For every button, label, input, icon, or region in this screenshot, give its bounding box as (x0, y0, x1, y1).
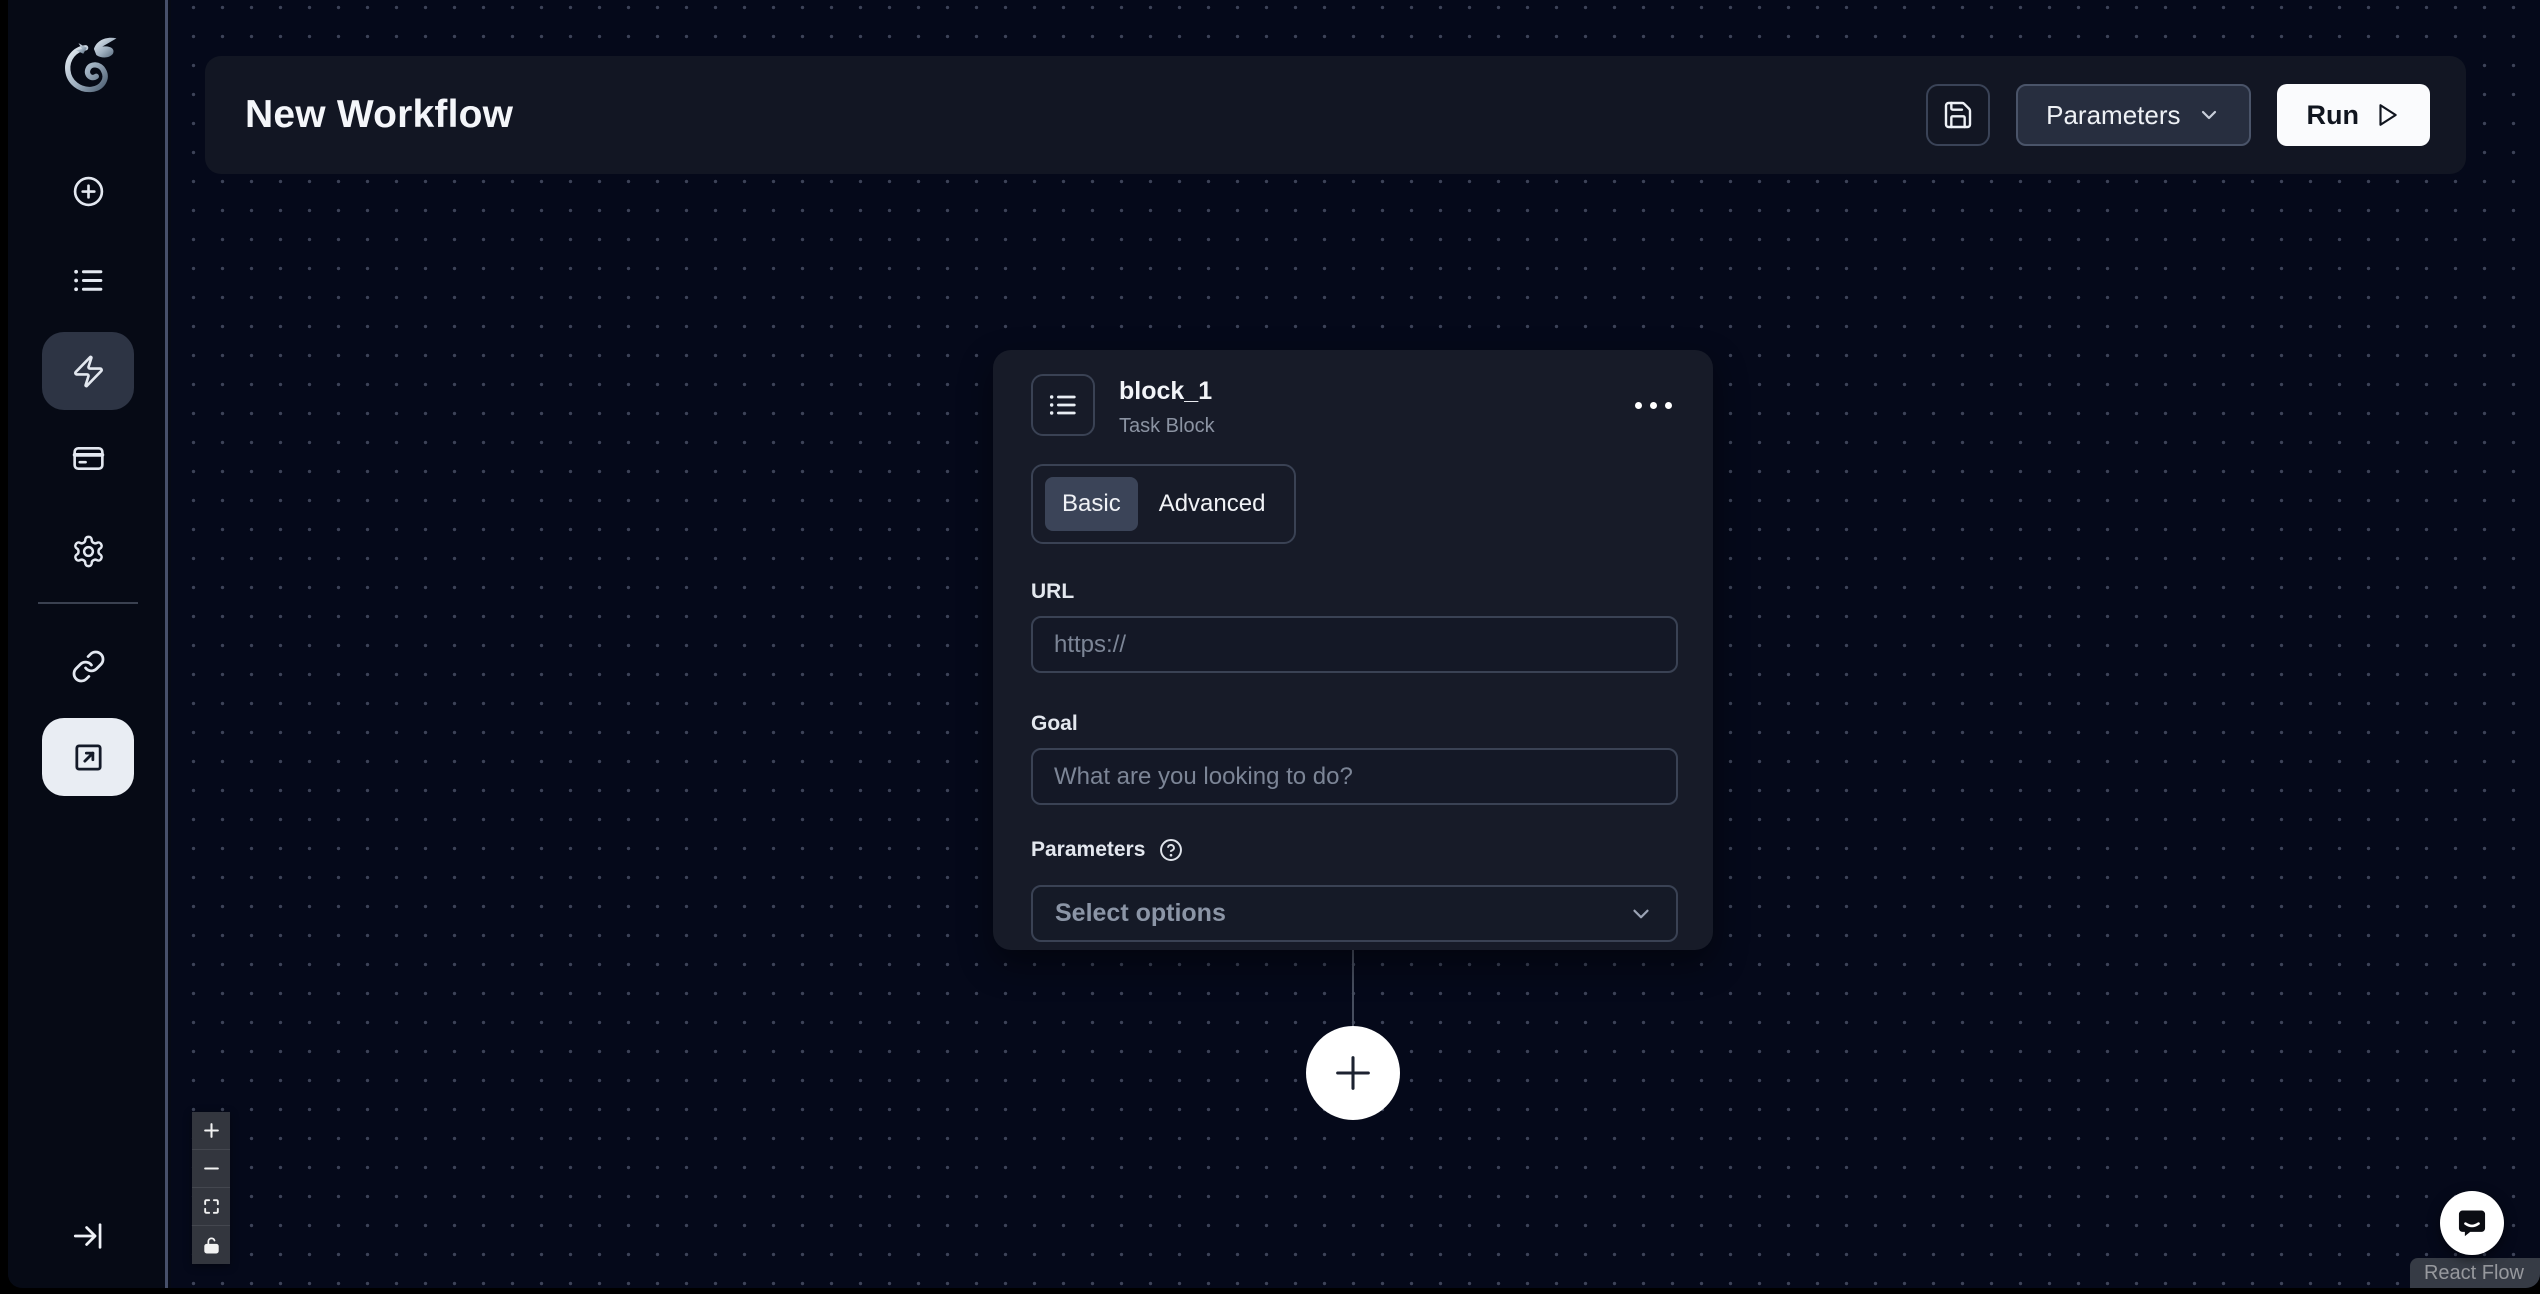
credit-card-icon (71, 441, 106, 476)
sidebar-collapse-button[interactable] (56, 1204, 120, 1268)
node-header: block_1 Task Block (1031, 374, 1678, 438)
page-title: New Workflow (245, 93, 513, 137)
zoom-in-button[interactable] (192, 1112, 230, 1150)
task-block-icon-box (1031, 374, 1095, 436)
task-block-node[interactable]: block_1 Task Block Basic Advanced URL Go… (993, 350, 1713, 950)
ellipsis-icon (1635, 402, 1642, 409)
save-icon (1942, 99, 1974, 131)
plus-circle-icon (71, 174, 106, 209)
react-flow-attribution[interactable]: React Flow (2410, 1258, 2540, 1288)
sidebar-divider (38, 602, 138, 604)
tab-basic[interactable]: Basic (1045, 477, 1138, 531)
run-button-label: Run (2307, 100, 2359, 131)
parameters-field-row: Parameters (1031, 837, 1678, 863)
parameters-button-label: Parameters (2046, 100, 2180, 131)
dragon-logo (50, 30, 126, 106)
chevron-down-icon (2197, 103, 2221, 127)
unlock-icon (202, 1236, 221, 1255)
external-link-icon (71, 740, 106, 775)
node-menu-button[interactable] (1635, 374, 1678, 409)
header-actions: Parameters Run (1926, 84, 2430, 146)
plus-icon (1330, 1050, 1376, 1096)
node-subtitle: Task Block (1119, 415, 1215, 438)
workflow-header: New Workflow Parameters Run (205, 56, 2466, 174)
arrow-right-to-line-icon (71, 1219, 105, 1253)
sidebar-item-workflows[interactable] (42, 332, 134, 410)
parameters-dropdown-button[interactable]: Parameters (2016, 84, 2250, 146)
link-icon (71, 649, 106, 684)
goal-field-label: Goal (1031, 712, 1678, 736)
chat-launcher-button[interactable] (2440, 1191, 2504, 1255)
save-button[interactable] (1926, 84, 1990, 146)
canvas-controls (192, 1112, 230, 1264)
app-window: New Workflow Parameters Run (8, 0, 2540, 1288)
sidebar-item-integrations[interactable] (42, 627, 134, 705)
node-head-text: block_1 Task Block (1119, 374, 1215, 438)
sidebar-item-billing[interactable] (42, 419, 134, 497)
add-block-button[interactable] (1306, 1026, 1400, 1120)
sidebar-item-open-external[interactable] (42, 718, 134, 796)
sidebar-item-settings[interactable] (42, 512, 134, 590)
goal-input[interactable] (1031, 748, 1678, 805)
list-icon (71, 263, 106, 298)
zoom-out-button[interactable] (192, 1150, 230, 1188)
tab-advanced[interactable]: Advanced (1142, 477, 1283, 531)
fit-view-button[interactable] (192, 1188, 230, 1226)
chevron-down-icon (1628, 901, 1654, 927)
list-icon (1047, 389, 1079, 421)
lock-toggle-button[interactable] (192, 1226, 230, 1264)
intercom-chat-icon (2453, 1204, 2491, 1242)
node-tab-group: Basic Advanced (1031, 464, 1296, 544)
sidebar-item-runs[interactable] (42, 241, 134, 319)
zoom-in-icon (202, 1121, 221, 1140)
parameters-select-placeholder: Select options (1055, 899, 1226, 928)
lightning-icon (71, 354, 106, 389)
sidebar-item-create[interactable] (42, 152, 134, 230)
play-icon (2374, 102, 2400, 128)
gear-icon (71, 534, 106, 569)
node-connector-edge (1352, 950, 1354, 1028)
node-title: block_1 (1119, 377, 1215, 406)
sidebar (8, 0, 168, 1288)
help-circle-icon[interactable] (1158, 837, 1184, 863)
url-field-label: URL (1031, 580, 1678, 604)
parameters-select[interactable]: Select options (1031, 885, 1678, 942)
zoom-out-icon (202, 1159, 221, 1178)
parameters-field-label: Parameters (1031, 838, 1145, 862)
run-button[interactable]: Run (2277, 84, 2430, 146)
fit-view-icon (202, 1197, 221, 1216)
url-input[interactable] (1031, 616, 1678, 673)
attribution-label: React Flow (2424, 1262, 2524, 1285)
